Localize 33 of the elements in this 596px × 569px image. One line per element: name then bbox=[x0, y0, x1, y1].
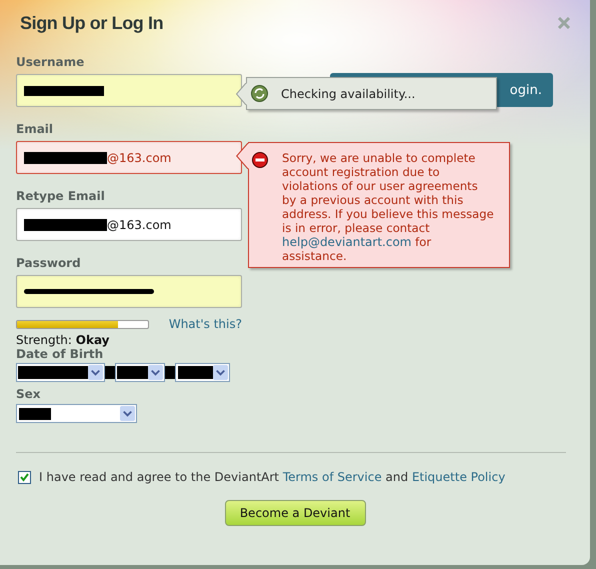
date-select[interactable] bbox=[115, 363, 165, 382]
field-value: @163.com bbox=[107, 218, 172, 232]
checkbox[interactable] bbox=[18, 470, 31, 484]
field-label: Date of Birth bbox=[16, 347, 104, 361]
chevron-down-icon bbox=[213, 365, 228, 380]
policy-link[interactable]: Etiquette Policy bbox=[412, 470, 506, 484]
field-label: Retype Email bbox=[16, 188, 105, 204]
field-label: Password bbox=[16, 255, 81, 271]
agreement-text: I have read and agree to the DeviantArt Terms of Service and Etiquette Policy bbox=[39, 470, 506, 484]
email-link[interactable]: help@deviantart.com bbox=[282, 235, 412, 249]
terms-link[interactable]: Terms of Service bbox=[282, 470, 382, 484]
date-select[interactable] bbox=[16, 363, 105, 382]
chevron-down-icon bbox=[88, 365, 103, 380]
chevron-down-icon bbox=[120, 406, 135, 421]
refresh-icon bbox=[251, 85, 268, 102]
input-field[interactable] bbox=[16, 74, 242, 107]
field-label: Username bbox=[16, 54, 84, 70]
help-link[interactable]: What's this? bbox=[168, 317, 242, 331]
error-icon bbox=[252, 152, 268, 168]
sex-select[interactable] bbox=[16, 404, 137, 423]
dialog-title: Sign Up or Log In bbox=[19, 12, 164, 34]
field-label: Email bbox=[16, 121, 54, 137]
error-message: Sorry, we are unable to complete account registration due to violations of our user agreements by a previous account with this address. If you believe this message is in error, please contact help@deviantart.com for assistance. bbox=[282, 151, 494, 263]
input-field[interactable]: @163.com bbox=[16, 141, 242, 174]
field-value: @163.com bbox=[107, 150, 172, 164]
date-select[interactable] bbox=[175, 363, 230, 382]
input-field[interactable]: @163.com bbox=[16, 208, 242, 241]
chevron-down-icon bbox=[148, 365, 163, 380]
strength-text: Strength: Okay bbox=[16, 333, 110, 347]
submit-button[interactable]: Become a Deviant bbox=[224, 500, 366, 526]
status-text: Checking availability... bbox=[281, 86, 416, 100]
input-field[interactable] bbox=[16, 275, 242, 308]
field-label: Sex bbox=[16, 386, 41, 402]
